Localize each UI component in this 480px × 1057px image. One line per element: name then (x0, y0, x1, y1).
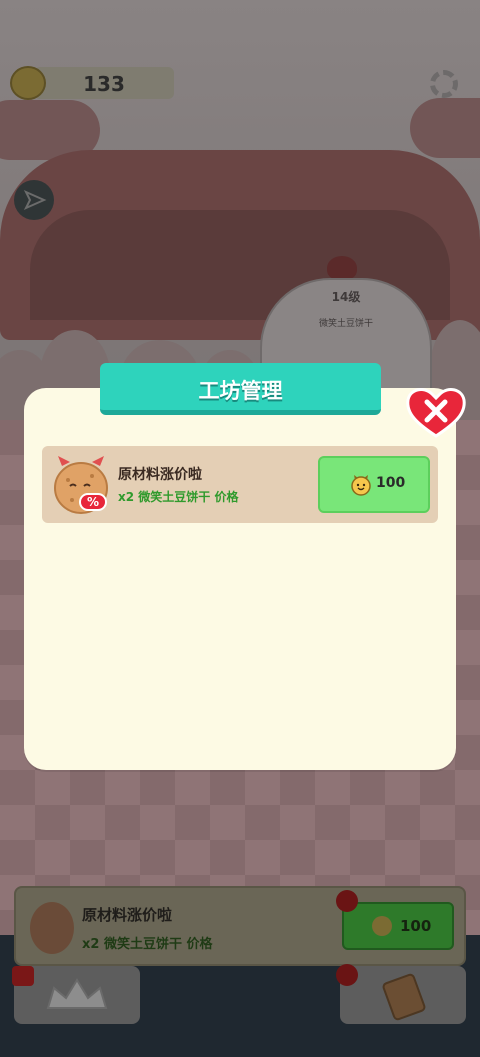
paper-plane-icon[interactable] (14, 180, 54, 220)
sausage-decoration (410, 98, 480, 158)
lock-icon (12, 966, 34, 986)
smiley-coin-icon (372, 916, 392, 936)
bottom-buy-button[interactable]: 100 (342, 902, 454, 950)
close-button[interactable] (404, 384, 468, 440)
gear-icon[interactable] (430, 70, 458, 98)
smiley-coin-icon (351, 475, 371, 496)
up-arrow-icon (336, 964, 358, 986)
percent-cookie-icon: % (54, 456, 108, 514)
item-title: 原材料涨价啦 (118, 467, 202, 483)
coin-count: 133 (83, 72, 125, 96)
tag-icon (382, 973, 426, 1021)
buy-upgrade-button[interactable]: 100 (318, 456, 430, 513)
up-arrow-icon (336, 890, 358, 912)
modal-title: 工坊管理 (198, 379, 283, 403)
machine-level: 14级 (331, 290, 361, 304)
bottom-card-subtitle: x2 微笑土豆饼干 价格 (82, 937, 213, 952)
nav-tag-button[interactable] (340, 966, 466, 1024)
modal-header: 工坊管理 (100, 363, 381, 415)
buy-price: 100 (376, 475, 406, 491)
percent-cookie-icon (30, 902, 74, 954)
coin-counter: 133 (34, 67, 174, 99)
heart-close-icon (406, 387, 466, 438)
item-subtitle: x2 微笑土豆饼干 价格 (118, 490, 239, 504)
bottom-buy-price: 100 (400, 917, 432, 935)
bottom-card-title: 原材料涨价啦 (82, 906, 173, 924)
smiley-coin-icon (10, 66, 46, 100)
upgrade-item: % 原材料涨价啦 x2 微笑土豆饼干 价格 100 (42, 446, 438, 523)
machine-product: 微笑土豆饼干 (318, 319, 373, 329)
bottom-upgrade-card: 原材料涨价啦 x2 微笑土豆饼干 价格 100 (14, 886, 466, 966)
devil-chef-icon (327, 256, 357, 280)
svg-text:%: % (87, 495, 99, 509)
